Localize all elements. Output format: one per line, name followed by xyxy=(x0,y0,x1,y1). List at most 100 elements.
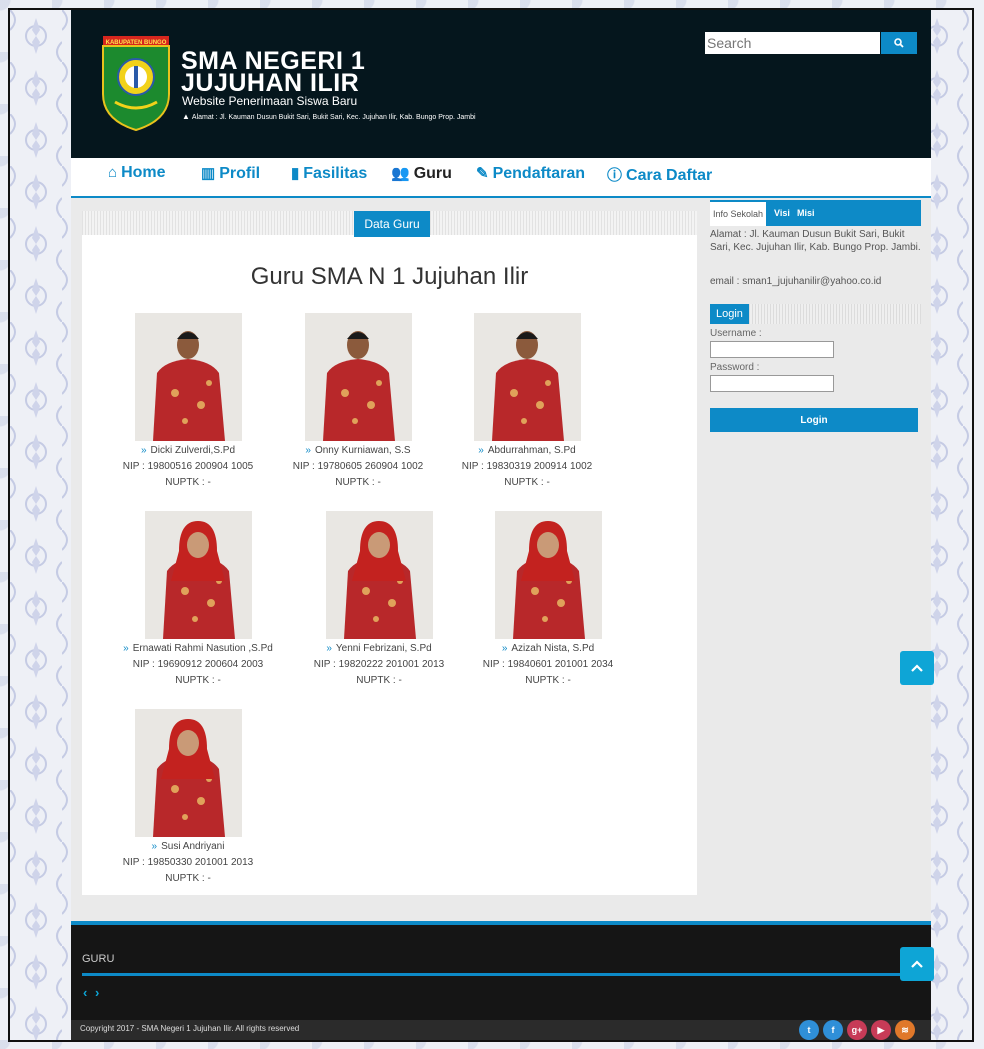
login-header: Login xyxy=(710,304,921,324)
teacher-name-text: Azizah Nista, S.Pd xyxy=(511,643,595,654)
search-icon xyxy=(894,38,904,48)
teacher-nuptk: NUPTK : - xyxy=(175,675,221,686)
teacher-nuptk: NUPTK : - xyxy=(356,675,402,686)
nav-guru[interactable]: 👥 Guru xyxy=(391,164,452,183)
teacher-name[interactable]: » Dicki Zulverdi,S.Pd xyxy=(98,444,278,458)
login-title: Login xyxy=(710,304,749,324)
main-nav: ⌂ Home ▥ Profil ▮ Fasilitas 👥 Guru ✎ Pendafta… xyxy=(71,158,931,198)
nav-home-label: Home xyxy=(121,164,166,181)
tab-visi[interactable]: Visi xyxy=(774,200,790,226)
site-subtitle: Website Penerimaan Siswa Baru xyxy=(182,94,358,108)
login-button[interactable]: Login xyxy=(710,408,918,432)
teacher-nuptk: NUPTK : - xyxy=(335,477,381,488)
info-icon: ⓘ xyxy=(607,167,623,184)
double-chevron-right-icon: » xyxy=(326,643,332,654)
site-title[interactable]: SMA NEGERI 1 JUJUHAN ILIR xyxy=(181,49,365,97)
teacher-name-text: Ernawati Rahmi Nasution ,S.Pd xyxy=(132,643,273,654)
nav-cara-daftar-label: Cara Daftar xyxy=(626,167,713,184)
home-icon: ⌂ xyxy=(108,164,118,181)
password-input[interactable] xyxy=(710,375,834,392)
teacher-name[interactable]: » Yenni Febrizani, S.Pd xyxy=(289,642,469,656)
nav-guru-label: Guru xyxy=(413,165,452,182)
teacher-name-text: Yenni Febrizani, S.Pd xyxy=(335,643,432,654)
teacher-photo-image xyxy=(134,709,242,837)
chevron-left-icon[interactable]: ‹ xyxy=(83,985,89,1000)
chevron-up-icon xyxy=(911,960,923,968)
teacher-photo[interactable] xyxy=(325,511,433,639)
teacher-card: » Dicki Zulverdi,S.Pd NIP : 19800516 2009… xyxy=(98,313,278,490)
username-input[interactable] xyxy=(710,341,834,358)
teacher-nip: NIP : 19800516 200904 1005 xyxy=(122,461,254,472)
teacher-nip: NIP : 19780605 260904 1002 xyxy=(292,461,424,472)
double-chevron-right-icon: » xyxy=(140,445,147,456)
site-header: KABUPATEN BUNGO SMA NEGERI 1 JUJUHAN ILI… xyxy=(71,10,931,158)
facebook-icon[interactable]: f xyxy=(823,1020,843,1040)
teacher-nip: NIP : 19690912 200604 2003 xyxy=(132,659,264,670)
edit-icon: ✎ xyxy=(476,165,489,182)
teacher-photo[interactable] xyxy=(494,511,602,639)
search-button[interactable] xyxy=(881,32,917,54)
search-input[interactable] xyxy=(705,32,880,54)
teacher-photo[interactable] xyxy=(473,313,581,441)
regency-logo[interactable]: KABUPATEN BUNGO xyxy=(101,32,171,132)
footer-divider xyxy=(82,973,920,976)
teacher-name-text: Abdurrahman, S.Pd xyxy=(487,445,576,456)
teacher-photo-image xyxy=(304,313,412,441)
teacher-nuptk: NUPTK : - xyxy=(165,873,211,884)
youtube-icon[interactable]: ▶ xyxy=(871,1020,891,1040)
footer-scroll-top-button[interactable] xyxy=(900,947,934,981)
school-address: Alamat : Jl. Kauman Dusun Bukit Sari, Bu… xyxy=(710,229,921,253)
teacher-name[interactable]: » Ernawati Rahmi Nasution ,S.Pd xyxy=(108,642,288,656)
teacher-name[interactable]: » Onny Kurniawan, S.S xyxy=(268,444,448,458)
nav-profil-label: Profil xyxy=(219,165,261,182)
username-label: Username : xyxy=(710,328,762,339)
nav-home[interactable]: ⌂ Home xyxy=(108,164,166,182)
teacher-card: » Abdurrahman, S.Pd NIP : 19830319 200914… xyxy=(437,313,617,490)
left-batik-pattern xyxy=(10,10,71,1040)
nav-pendaftaran-label: Pendaftaran xyxy=(492,165,586,182)
teacher-nip: NIP : 19830319 200914 1002 xyxy=(461,461,593,472)
chevron-right-icon[interactable]: › xyxy=(95,985,101,1000)
teacher-photo[interactable] xyxy=(134,313,242,441)
teacher-panel: Data Guru Guru SMA N 1 Jujuhan Ilir » Dic… xyxy=(82,211,697,895)
tab-info-sekolah[interactable]: Info Sekolah xyxy=(710,202,767,226)
users-icon: 👥 xyxy=(391,165,410,182)
google-plus-icon[interactable]: g+ xyxy=(847,1020,867,1040)
teacher-photo-image xyxy=(494,511,602,639)
teacher-photo[interactable] xyxy=(304,313,412,441)
double-chevron-right-icon: » xyxy=(501,643,508,654)
teacher-photo[interactable] xyxy=(134,709,242,837)
rss-icon[interactable]: ≋ xyxy=(895,1020,915,1040)
tab-misi[interactable]: Misi xyxy=(797,200,815,226)
nav-fasilitas[interactable]: ▮ Fasilitas xyxy=(291,164,367,183)
teacher-name[interactable]: » Abdurrahman, S.Pd xyxy=(437,444,617,458)
teacher-name[interactable]: » Azizah Nista, S.Pd xyxy=(458,642,638,656)
double-chevron-right-icon: » xyxy=(478,445,484,456)
site-address-text: Alamat : Jl. Kauman Dusun Bukit Sari, Bu… xyxy=(191,114,476,121)
nav-pendaftaran[interactable]: ✎ Pendaftaran xyxy=(476,164,585,183)
browser-frame: KABUPATEN BUNGO SMA NEGERI 1 JUJUHAN ILI… xyxy=(8,8,974,1042)
teacher-photo-image xyxy=(325,511,433,639)
teacher-photo[interactable] xyxy=(144,511,252,639)
nav-cara-daftar[interactable]: ⓘ Cara Daftar xyxy=(607,164,712,185)
bookmark-icon: ▮ xyxy=(291,165,300,182)
sidebar: Info Sekolah Visi Misi Alamat : Jl. Kaum… xyxy=(710,200,921,432)
sidebar-tabs: Info Sekolah Visi Misi xyxy=(710,200,921,226)
nav-fasilitas-label: Fasilitas xyxy=(303,165,368,182)
twitter-icon[interactable]: t xyxy=(799,1020,819,1040)
double-chevron-right-icon: » xyxy=(151,841,158,852)
teacher-card: » Azizah Nista, S.Pd NIP : 19840601 20100… xyxy=(458,511,638,688)
site-title-line2: JUJUHAN ILIR xyxy=(181,69,360,97)
scroll-top-button[interactable] xyxy=(900,651,934,685)
site-footer: GURU ‹ › xyxy=(71,921,931,1020)
copyright-bar: Copyright 2017 - SMA Negeri 1 Jujuhan Il… xyxy=(71,1020,931,1040)
teacher-name[interactable]: » Susi Andriyani xyxy=(98,840,278,854)
double-chevron-right-icon: » xyxy=(305,445,311,456)
site-address: ▲ Alamat : Jl. Kauman Dusun Bukit Sari, B… xyxy=(182,112,476,121)
data-guru-tab[interactable]: Data Guru xyxy=(354,211,430,237)
institution-icon: ▥ xyxy=(201,165,216,182)
school-email: email : sman1_jujuhanilir@yahoo.co.id xyxy=(710,276,882,287)
teacher-name-text: Onny Kurniawan, S.S xyxy=(314,445,411,456)
nav-profil[interactable]: ▥ Profil xyxy=(201,164,260,183)
double-chevron-right-icon: » xyxy=(123,643,129,654)
